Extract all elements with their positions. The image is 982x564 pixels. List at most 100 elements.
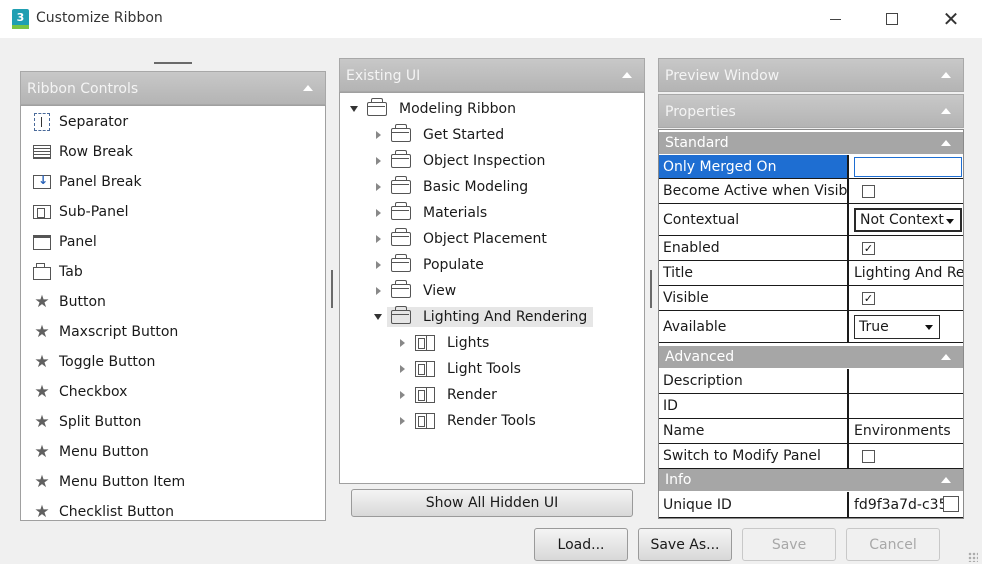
folder-icon xyxy=(391,254,411,272)
list-item-label: Menu Button xyxy=(59,444,149,460)
save-button[interactable]: Save xyxy=(742,528,836,561)
minimize-button[interactable] xyxy=(806,0,864,38)
right-splitter[interactable] xyxy=(650,270,652,308)
prop-row-switch-modify[interactable]: Switch to Modify Panel xyxy=(659,444,963,469)
collapse-icon xyxy=(941,72,951,78)
prop-row-description[interactable]: Description xyxy=(659,369,963,394)
star-icon: ★ xyxy=(34,352,50,372)
standard-section-header[interactable]: Standard xyxy=(659,132,963,154)
tree-item[interactable]: Basic Modeling xyxy=(376,175,528,199)
description-field[interactable] xyxy=(851,369,963,393)
list-item[interactable]: ★ Checkbox xyxy=(33,381,127,403)
tree-item[interactable]: View xyxy=(376,279,456,303)
left-splitter[interactable] xyxy=(331,270,333,308)
tree-root[interactable]: Modeling Ribbon xyxy=(350,97,516,121)
existing-ui-header[interactable]: Existing UI xyxy=(339,58,645,92)
become-active-checkbox[interactable] xyxy=(862,184,875,198)
tree-item[interactable]: Lights xyxy=(400,331,489,355)
tree-item[interactable]: Light Tools xyxy=(400,357,521,381)
collapsed-arrow-icon xyxy=(376,287,381,295)
tree-label: Lights xyxy=(447,335,490,351)
tree-item-selected[interactable]: Lighting And Rendering xyxy=(374,305,594,329)
prop-row-unique-id[interactable]: Unique ID fd9f3a7d-c35 xyxy=(659,492,963,518)
list-item[interactable]: ★ Maxscript Button xyxy=(33,321,178,343)
save-as-button[interactable]: Save As... xyxy=(638,528,732,561)
name-field[interactable]: Environments xyxy=(851,419,963,443)
advanced-section-header[interactable]: Advanced xyxy=(659,346,963,368)
list-item[interactable]: Panel Break xyxy=(33,171,142,193)
tree-item[interactable]: Render xyxy=(400,383,497,407)
contextual-dropdown[interactable]: Not Context xyxy=(854,207,962,232)
list-item[interactable]: ★ Split Button xyxy=(33,411,141,433)
maximize-button[interactable] xyxy=(863,0,921,38)
preview-window-header[interactable]: Preview Window xyxy=(658,58,964,92)
list-item[interactable]: Row Break xyxy=(33,141,133,163)
chevron-down-icon xyxy=(946,218,954,224)
panel-icon xyxy=(415,335,435,351)
tree-item[interactable]: Materials xyxy=(376,201,487,225)
only-merged-on-field[interactable] xyxy=(854,156,962,177)
title-field[interactable]: Lighting And Re xyxy=(851,261,963,285)
prop-name: Only Merged On xyxy=(659,155,849,178)
visible-checkbox[interactable]: ✓ xyxy=(862,291,875,305)
prop-row-title[interactable]: Title Lighting And Re xyxy=(659,261,963,286)
prop-name: Enabled xyxy=(659,236,849,260)
prop-row-enabled[interactable]: Enabled ✓ xyxy=(659,236,963,261)
load-button[interactable]: Load... xyxy=(534,528,628,561)
prop-row-available[interactable]: Available True xyxy=(659,311,963,343)
tree-item[interactable]: Object Placement xyxy=(376,227,547,251)
id-field[interactable] xyxy=(851,394,963,418)
prop-name: Become Active when Visible xyxy=(659,179,849,203)
copy-button[interactable] xyxy=(943,496,959,512)
star-icon: ★ xyxy=(34,412,50,432)
switch-modify-checkbox[interactable] xyxy=(862,449,875,463)
list-item-label: Panel Break xyxy=(59,174,142,190)
list-item[interactable]: ★ Menu Button Item xyxy=(33,471,185,493)
prop-row-visible[interactable]: Visible ✓ xyxy=(659,286,963,311)
list-item[interactable]: ★ Toggle Button xyxy=(33,351,155,373)
existing-ui-tree[interactable]: Modeling Ribbon Get Started Object Inspe… xyxy=(339,92,645,484)
unique-id-field[interactable]: fd9f3a7d-c35 xyxy=(851,492,963,517)
title-bar: 3 Customize Ribbon ✕ xyxy=(0,0,982,38)
show-all-hidden-ui-button[interactable]: Show All Hidden UI xyxy=(351,489,633,517)
ribbon-controls-title: Ribbon Controls xyxy=(27,81,139,97)
star-icon: ★ xyxy=(34,322,50,342)
tree-label: Object Placement xyxy=(423,231,547,247)
resize-grip-icon[interactable] xyxy=(968,552,978,562)
prop-row-id[interactable]: ID xyxy=(659,394,963,419)
list-item[interactable]: Separator xyxy=(33,111,128,133)
prop-value[interactable] xyxy=(851,155,963,178)
ribbon-controls-header[interactable]: Ribbon Controls xyxy=(20,71,326,105)
properties-header[interactable]: Properties xyxy=(658,94,964,128)
prop-row-only-merged-on[interactable]: Only Merged On xyxy=(659,155,963,179)
prop-name: Available xyxy=(659,311,849,342)
available-dropdown[interactable]: True xyxy=(854,314,940,339)
prop-row-contextual[interactable]: Contextual Not Context xyxy=(659,204,963,236)
prop-row-name[interactable]: Name Environments xyxy=(659,419,963,444)
tree-item[interactable]: Get Started xyxy=(376,123,504,147)
list-item[interactable]: ★ Menu Button xyxy=(33,441,149,463)
properties-grid[interactable]: Standard Only Merged On Become Active wh… xyxy=(658,129,964,519)
enabled-checkbox[interactable]: ✓ xyxy=(862,241,875,255)
collapsed-arrow-icon xyxy=(400,391,405,399)
list-item[interactable]: Panel xyxy=(33,231,97,253)
list-item[interactable]: Sub-Panel xyxy=(33,201,128,223)
existing-ui-title: Existing UI xyxy=(346,68,421,84)
tree-label: Get Started xyxy=(423,127,505,143)
list-item[interactable]: ★ Button xyxy=(33,291,106,313)
list-item[interactable]: Tab xyxy=(33,261,83,283)
star-icon: ★ xyxy=(34,442,50,462)
ribbon-controls-list[interactable]: Separator Row Break Panel Break Sub-Pane… xyxy=(20,105,326,521)
prop-value: ✓ xyxy=(851,286,963,310)
star-icon: ★ xyxy=(34,472,50,492)
info-section-header[interactable]: Info xyxy=(659,469,963,491)
cancel-button[interactable]: Cancel xyxy=(846,528,940,561)
prop-row-become-active[interactable]: Become Active when Visible xyxy=(659,179,963,204)
tree-item[interactable]: Object Inspection xyxy=(376,149,545,173)
list-item[interactable]: ★ Checklist Button xyxy=(33,501,174,520)
tree-item[interactable]: Populate xyxy=(376,253,484,277)
close-button[interactable]: ✕ xyxy=(922,0,980,38)
tree-label: View xyxy=(423,283,457,299)
top-splitter[interactable] xyxy=(154,62,192,64)
tree-item[interactable]: Render Tools xyxy=(400,409,536,433)
